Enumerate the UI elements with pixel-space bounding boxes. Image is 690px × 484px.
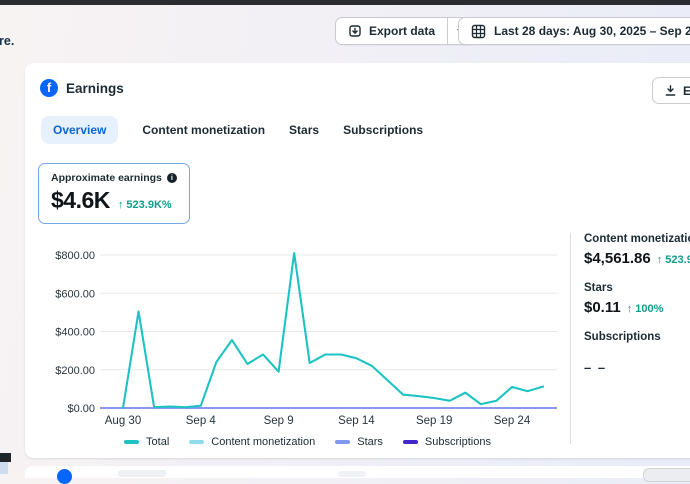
legend-swatch-icon xyxy=(124,440,139,444)
legend-item-subscriptions[interactable]: Subscriptions xyxy=(403,436,491,448)
x-axis-tick-label: Aug 30 xyxy=(105,415,141,427)
download-icon xyxy=(664,84,677,97)
legend-label: Content monetization xyxy=(211,436,315,448)
stats-panel: Content monetization $4,561.86 ↑ 523.9K%… xyxy=(584,233,690,390)
stat-delta: ↑ 100% xyxy=(627,303,664,315)
legend-swatch-icon xyxy=(189,440,204,444)
stat-subscriptions: Subscriptions – – xyxy=(584,331,690,375)
x-axis-tick-label: Sep 14 xyxy=(338,415,375,427)
page-title: Earnings xyxy=(66,81,124,96)
export-button[interactable]: Export xyxy=(652,77,690,104)
stat-label: Stars xyxy=(584,282,690,294)
x-axis-tick-label: Sep 4 xyxy=(186,415,217,427)
stat-stars: Stars $0.11 ↑ 100% xyxy=(584,282,690,316)
export-data-label: Export data xyxy=(369,24,435,38)
facebook-logo-icon xyxy=(57,469,72,484)
partial-button[interactable] xyxy=(643,468,690,482)
stat-content-monetization: Content monetization $4,561.86 ↑ 523.9K% xyxy=(584,233,690,267)
window-top-bar xyxy=(0,0,690,5)
x-axis-tick-label: Sep 19 xyxy=(416,415,452,427)
y-axis-tick-label: $600.00 xyxy=(55,288,95,300)
series-line-content-monetization xyxy=(123,253,543,408)
screen: { "page": { "cut_link_text": "re." }, "i… xyxy=(0,0,690,474)
legend-label: Subscriptions xyxy=(425,436,491,448)
facebook-logo-icon: f xyxy=(40,79,58,97)
y-axis-tick-label: $200.00 xyxy=(55,365,95,377)
y-axis-tick-label: $800.00 xyxy=(55,250,95,262)
date-range-label: Last 28 days: Aug 30, 2025 – Sep 26, 202… xyxy=(494,24,690,38)
chart-legend: Total Content monetization Stars Subscripti… xyxy=(45,436,570,448)
approximate-earnings-delta: ↑ 523.9K% xyxy=(118,199,172,211)
export-button-label: Export xyxy=(683,84,690,98)
approximate-earnings-label: Approximate earnings xyxy=(51,172,162,184)
tab-content-monetization[interactable]: Content monetization xyxy=(142,116,265,144)
placeholder-bar xyxy=(338,471,366,477)
stat-label: Content monetization xyxy=(584,233,690,245)
legend-label: Total xyxy=(146,436,169,448)
y-axis-tick-label: $0.00 xyxy=(67,403,95,415)
tab-overview[interactable]: Overview xyxy=(41,116,118,144)
calendar-grid-icon xyxy=(471,24,486,39)
export-data-split-button: Export data xyxy=(335,17,475,45)
legend-swatch-icon xyxy=(403,440,418,444)
earnings-panel: f Earnings Export Overview Content monet… xyxy=(25,63,690,458)
legend-item-stars[interactable]: Stars xyxy=(335,436,383,448)
legend-item-content-monetization[interactable]: Content monetization xyxy=(189,436,315,448)
export-data-button[interactable]: Export data xyxy=(336,18,447,44)
next-section-card xyxy=(25,466,690,478)
legend-item-total[interactable]: Total xyxy=(124,436,169,448)
legend-swatch-icon xyxy=(335,440,350,444)
window-edge-fragment xyxy=(0,462,8,474)
x-axis-tick-label: Sep 9 xyxy=(264,415,294,427)
tab-stars[interactable]: Stars xyxy=(289,116,319,144)
stats-divider xyxy=(570,233,571,444)
legend-label: Stars xyxy=(357,436,383,448)
export-box-icon xyxy=(348,24,362,38)
approximate-earnings-value: $4.6K xyxy=(51,187,110,214)
earnings-chart: $0.00 $200.00 $400.00 $600.00 $800.00 Aug 30 S… xyxy=(45,240,570,432)
stat-value-empty: – – xyxy=(584,360,607,375)
date-range-button[interactable]: Last 28 days: Aug 30, 2025 – Sep 26, 202… xyxy=(458,17,690,45)
info-icon[interactable]: i xyxy=(167,173,177,183)
series-line-total xyxy=(123,253,543,408)
y-axis-tick-label: $400.00 xyxy=(55,327,95,339)
stat-delta: ↑ 523.9K% xyxy=(657,254,690,266)
x-axis-tick-label: Sep 24 xyxy=(494,415,531,427)
tab-bar: Overview Content monetization Stars Subs… xyxy=(41,116,423,144)
stat-value: $0.11 xyxy=(584,299,621,316)
window-edge-fragment xyxy=(0,453,11,462)
stat-value: $4,561.86 xyxy=(584,250,651,267)
approximate-earnings-card: Approximate earnings i $4.6K ↑ 523.9K% xyxy=(38,163,190,224)
truncated-link[interactable]: re. xyxy=(0,34,14,48)
tab-subscriptions[interactable]: Subscriptions xyxy=(343,116,423,144)
stat-label: Subscriptions xyxy=(584,331,690,343)
